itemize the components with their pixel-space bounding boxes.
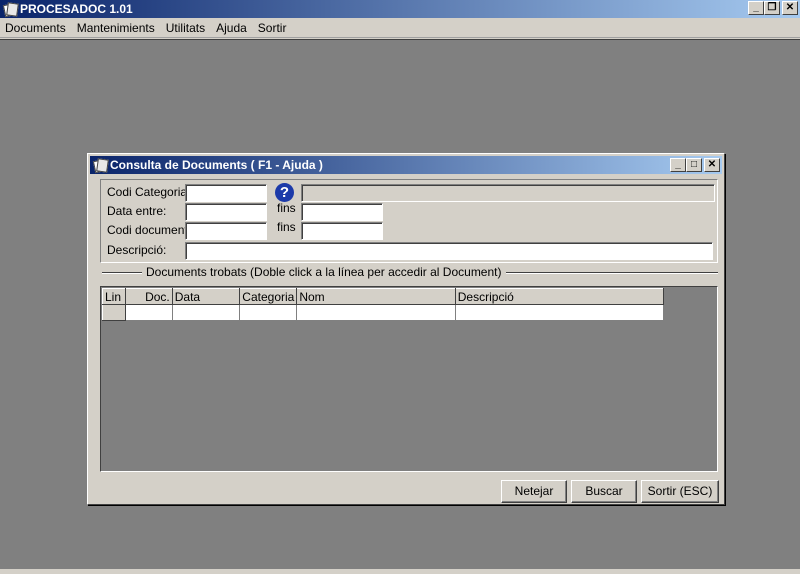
- consulta-documents-dialog: Consulta de Documents ( F1 - Ajuda ) _ □…: [87, 153, 725, 505]
- restore-button[interactable]: ❐: [764, 1, 780, 15]
- fins-label-document: fins: [277, 220, 296, 234]
- documents-trobats-label: Documents trobats (Doble click a la líne…: [142, 265, 506, 279]
- menu-sortir[interactable]: Sortir: [253, 21, 293, 35]
- fins-label-date: fins: [277, 201, 296, 215]
- menu-mantenimients[interactable]: Mantenimients: [72, 21, 161, 35]
- menu-documents[interactable]: Documents: [0, 21, 72, 35]
- codi-document-field[interactable]: [185, 222, 267, 240]
- documents-grid[interactable]: Lin Doc. Data Categoria Nom Descripció: [100, 286, 718, 472]
- app-window: PROCESADOC 1.01 _ ❐ ✕ Documents Mantenim…: [0, 0, 800, 574]
- dialog-titlebar[interactable]: Consulta de Documents ( F1 - Ajuda ) _ □…: [90, 156, 722, 174]
- menubar: Documents Mantenimients Utilitats Ajuda …: [0, 18, 800, 38]
- data-fins-field[interactable]: [301, 203, 383, 221]
- row-indicator[interactable]: [102, 304, 126, 321]
- codi-categoria-input[interactable]: [186, 185, 266, 201]
- dialog-minimize-button[interactable]: _: [670, 158, 686, 172]
- data-entre-field[interactable]: [185, 203, 267, 221]
- table-cell[interactable]: [454, 304, 665, 321]
- col-descripcio[interactable]: Descripció: [454, 288, 665, 305]
- categoria-name-field: [301, 184, 715, 202]
- close-button[interactable]: ✕: [782, 1, 798, 15]
- netejar-button[interactable]: Netejar: [501, 480, 567, 503]
- codi-document-input[interactable]: [186, 223, 266, 239]
- col-data[interactable]: Data: [171, 288, 241, 305]
- codi-categoria-label: Codi Categoria:: [107, 185, 191, 199]
- app-titlebar[interactable]: PROCESADOC 1.01 _ ❐ ✕: [0, 0, 800, 18]
- data-entre-input[interactable]: [186, 204, 266, 220]
- table-cell[interactable]: [239, 304, 298, 321]
- table-cell[interactable]: [296, 304, 456, 321]
- codi-document-fins-field[interactable]: [301, 222, 383, 240]
- question-circle-icon[interactable]: ?: [275, 183, 294, 202]
- app-title: PROCESADOC 1.01: [20, 2, 133, 16]
- col-nom[interactable]: Nom: [296, 288, 456, 305]
- buscar-button[interactable]: Buscar: [571, 480, 637, 503]
- data-fins-input[interactable]: [302, 204, 382, 220]
- dialog-close-button[interactable]: ✕: [704, 158, 720, 172]
- document-stack-icon: [3, 2, 17, 16]
- document-stack-icon: [93, 158, 107, 172]
- descripcio-input[interactable]: [186, 243, 712, 259]
- dialog-title: Consulta de Documents ( F1 - Ajuda ): [110, 158, 323, 172]
- codi-document-label: Codi document:: [107, 223, 192, 237]
- table-cell[interactable]: [124, 304, 173, 321]
- dialog-maximize-button[interactable]: □: [686, 158, 702, 172]
- descripcio-field[interactable]: [185, 242, 713, 260]
- search-form-panel: Codi Categoria: ? Data entre: fins Codi …: [100, 179, 718, 263]
- sortir-button[interactable]: Sortir (ESC): [641, 480, 719, 503]
- col-lin[interactable]: Lin: [102, 288, 126, 305]
- documents-table: Lin Doc. Data Categoria Nom Descripció: [102, 288, 665, 321]
- menu-utilitats[interactable]: Utilitats: [161, 21, 211, 35]
- status-bar: [0, 569, 800, 574]
- col-doc[interactable]: Doc.: [124, 288, 173, 305]
- minimize-button[interactable]: _: [748, 1, 764, 15]
- data-entre-label: Data entre:: [107, 204, 167, 218]
- descripcio-label: Descripció:: [107, 243, 167, 257]
- categoria-name-display: [302, 185, 714, 201]
- codi-categoria-field[interactable]: [185, 184, 267, 202]
- table-row[interactable]: [102, 304, 665, 321]
- col-categoria[interactable]: Categoria: [239, 288, 298, 305]
- menu-ajuda[interactable]: Ajuda: [211, 21, 253, 35]
- codi-document-fins-input[interactable]: [302, 223, 382, 239]
- table-cell[interactable]: [171, 304, 241, 321]
